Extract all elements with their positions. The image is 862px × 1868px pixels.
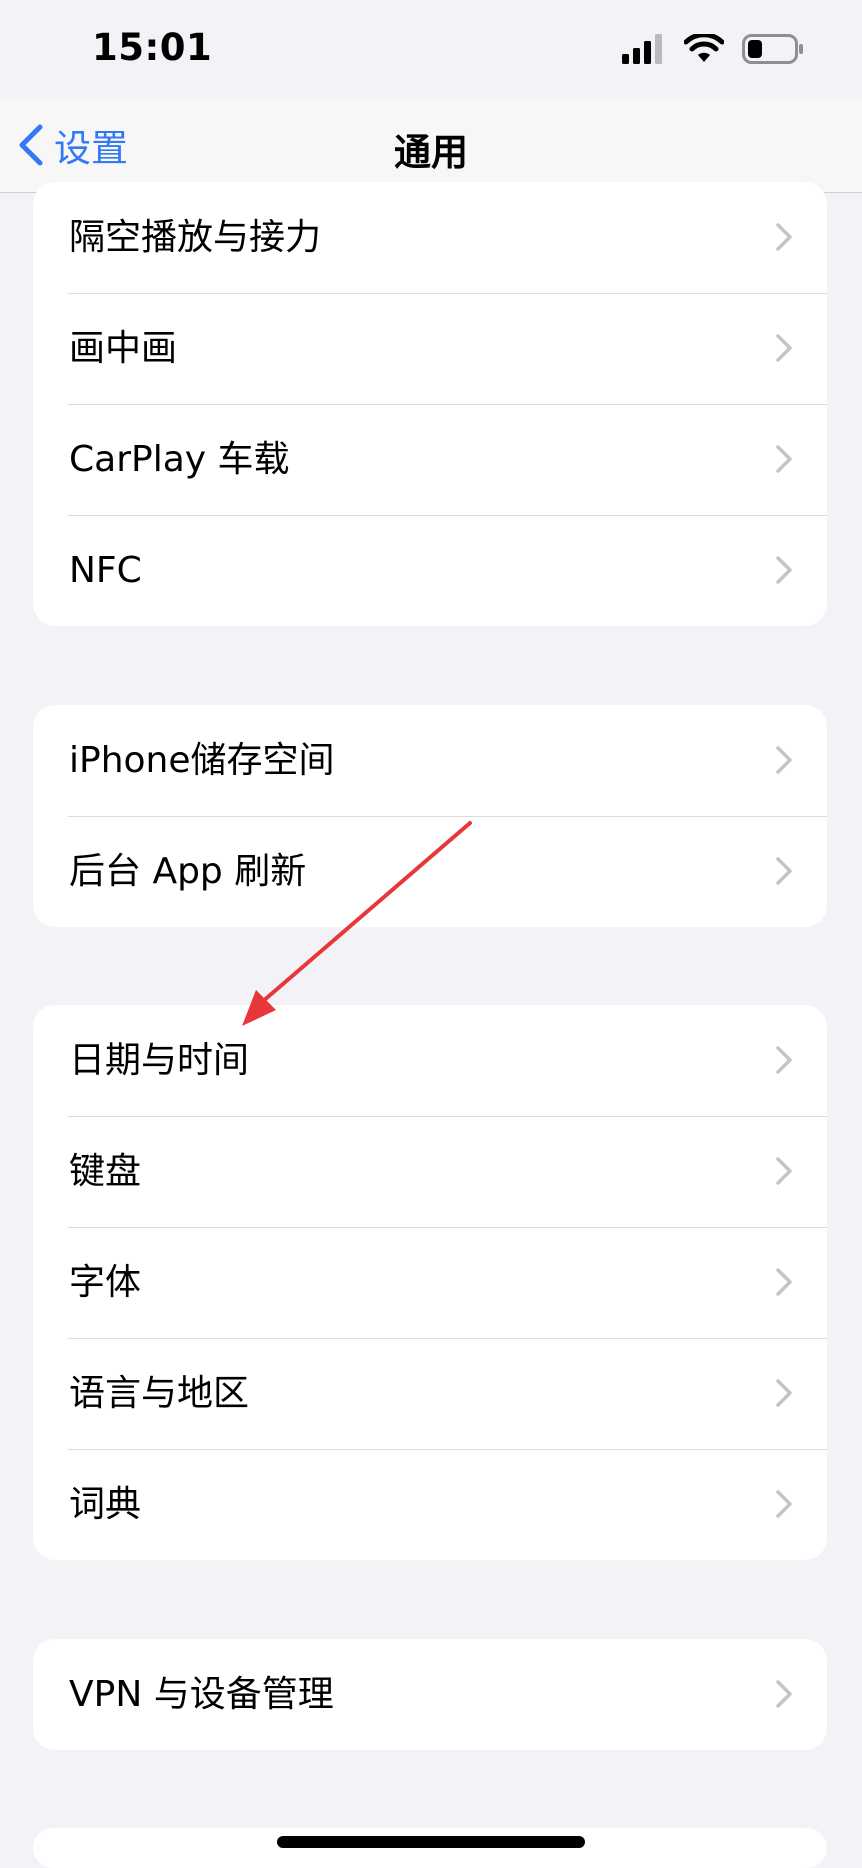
chevron-right-icon <box>776 334 792 362</box>
settings-group-regional: 日期与时间 键盘 字体 语言与地区 词典 <box>33 1005 827 1560</box>
chevron-right-icon <box>776 1490 792 1518</box>
page-title: 通用 <box>394 131 468 174</box>
row-vpn-device-management[interactable]: VPN 与设备管理 <box>33 1639 827 1750</box>
row-label: 隔空播放与接力 <box>69 217 322 258</box>
row-background-app-refresh[interactable]: 后台 App 刷新 <box>33 816 827 927</box>
row-nfc[interactable]: NFC <box>33 515 827 626</box>
settings-group-storage: iPhone储存空间 后台 App 刷新 <box>33 705 827 927</box>
row-date-time[interactable]: 日期与时间 <box>33 1005 827 1116</box>
row-label: 键盘 <box>69 1151 142 1192</box>
chevron-right-icon <box>776 1046 792 1074</box>
row-label: iPhone储存空间 <box>69 740 335 781</box>
row-label: CarPlay 车载 <box>69 439 290 480</box>
settings-group-connectivity: 隔空播放与接力 画中画 CarPlay 车载 NFC <box>33 182 827 626</box>
row-iphone-storage[interactable]: iPhone储存空间 <box>33 705 827 816</box>
chevron-right-icon <box>776 1268 792 1296</box>
row-label: NFC <box>69 550 142 591</box>
settings-group-partial <box>33 1828 827 1868</box>
chevron-right-icon <box>776 746 792 774</box>
row-label: 字体 <box>69 1262 142 1303</box>
row-label: VPN 与设备管理 <box>69 1674 334 1715</box>
row-label: 日期与时间 <box>69 1040 250 1081</box>
row-label: 后台 App 刷新 <box>69 851 307 892</box>
row-label: 词典 <box>69 1484 142 1525</box>
chevron-right-icon <box>776 223 792 251</box>
chevron-right-icon <box>776 1680 792 1708</box>
chevron-right-icon <box>776 1157 792 1185</box>
row-keyboard[interactable]: 键盘 <box>33 1116 827 1227</box>
wifi-icon <box>684 34 724 62</box>
cellular-signal-icon <box>622 34 662 64</box>
row-label: 画中画 <box>69 328 178 369</box>
row-fonts[interactable]: 字体 <box>33 1227 827 1338</box>
battery-icon <box>742 34 803 64</box>
row-dictionary[interactable]: 词典 <box>33 1449 827 1560</box>
status-bar: 15:01 <box>0 0 862 100</box>
chevron-right-icon <box>776 1379 792 1407</box>
row-label: 语言与地区 <box>69 1373 250 1414</box>
status-icons <box>622 34 804 64</box>
navigation-bar: 设置 通用 <box>0 100 862 193</box>
settings-group-vpn: VPN 与设备管理 <box>33 1639 827 1750</box>
row-airplay-handoff[interactable]: 隔空播放与接力 <box>33 182 827 293</box>
row-picture-in-picture[interactable]: 画中画 <box>33 293 827 404</box>
home-indicator[interactable] <box>277 1836 585 1848</box>
chevron-right-icon <box>776 857 792 885</box>
row-carplay[interactable]: CarPlay 车载 <box>33 404 827 515</box>
row-language-region[interactable]: 语言与地区 <box>33 1338 827 1449</box>
chevron-right-icon <box>776 445 792 473</box>
chevron-right-icon <box>776 556 792 584</box>
status-time: 15:01 <box>92 26 213 69</box>
